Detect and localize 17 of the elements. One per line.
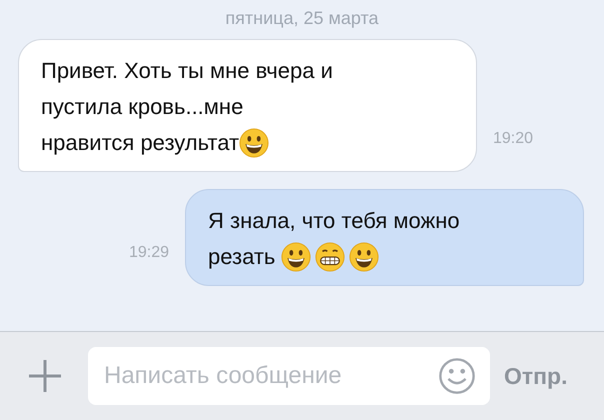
plus-icon[interactable] — [28, 359, 62, 393]
smiley-icon[interactable] — [438, 357, 476, 395]
message-text: Я знала, что тебя можно — [208, 208, 460, 234]
message-text: нравится результат — [41, 130, 240, 156]
message-time: 19:29 — [128, 244, 169, 262]
message-text: резать — [208, 244, 276, 270]
grimacing-face-icon — [315, 242, 346, 272]
grinning-face-icon — [239, 128, 270, 158]
message-field[interactable]: Написать сообщение — [88, 347, 490, 405]
grinning-face-icon — [281, 242, 312, 272]
send-button[interactable]: Отпр. — [504, 362, 568, 390]
date-header: пятница, 25 марта — [225, 8, 379, 29]
message-input-field[interactable]: Написать сообщение — [102, 361, 438, 391]
message-text: пустила кровь...мне — [41, 94, 244, 120]
message-text: Привет. Хоть ты мне вчера и — [41, 58, 333, 84]
message-time: 19:20 — [493, 130, 534, 148]
grinning-face-icon — [349, 242, 380, 272]
